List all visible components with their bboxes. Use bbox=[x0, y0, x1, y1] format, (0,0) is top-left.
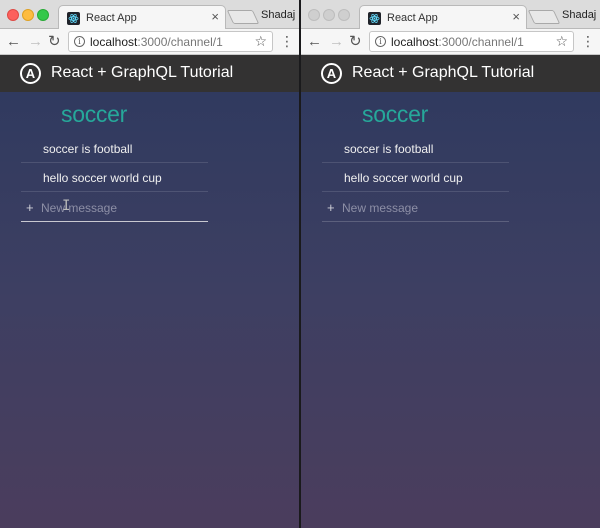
message-text: soccer is football bbox=[344, 142, 434, 156]
address-bar[interactable]: i localhost:3000/channel/1 ☆ bbox=[68, 31, 273, 52]
tab-title: React App bbox=[86, 12, 137, 24]
url-host: localhost bbox=[90, 35, 138, 49]
forward-arrow-icon[interactable]: → bbox=[329, 33, 344, 51]
message-text: hello soccer world cup bbox=[43, 171, 162, 185]
new-message-input[interactable] bbox=[342, 199, 502, 216]
reload-icon[interactable]: ↻ bbox=[349, 33, 362, 51]
info-icon[interactable]: i bbox=[74, 36, 85, 47]
message-text: soccer is football bbox=[43, 142, 133, 156]
url-text[interactable]: localhost:3000/channel/1 bbox=[391, 35, 524, 49]
address-bar[interactable]: i localhost:3000/channel/1 ☆ bbox=[369, 31, 574, 52]
zoom-window-button[interactable] bbox=[37, 9, 49, 21]
back-arrow-icon[interactable]: ← bbox=[6, 33, 21, 51]
message-text: hello soccer world cup bbox=[344, 171, 463, 185]
message-item: soccer is football bbox=[21, 134, 208, 163]
url-path: :3000/channel/1 bbox=[137, 35, 223, 49]
browser-tab[interactable]: React App × bbox=[359, 5, 527, 30]
browser-menu-icon[interactable]: ⋮ bbox=[581, 33, 595, 49]
url-path: :3000/channel/1 bbox=[438, 35, 524, 49]
apollo-logo-icon: A bbox=[321, 63, 342, 84]
channel-name: soccer bbox=[61, 101, 127, 127]
browser-window-right: React App × Shadaj ← → ↻ i localhost:300… bbox=[301, 0, 600, 528]
browser-toolbar: ← → ↻ i localhost:3000/channel/1 ☆ ⋮ bbox=[0, 29, 299, 55]
tab-close-icon[interactable]: × bbox=[211, 10, 219, 24]
tab-strip: React App × Shadaj bbox=[301, 0, 600, 30]
reload-icon[interactable]: ↻ bbox=[48, 33, 61, 51]
browser-window-left: React App × Shadaj ← → ↻ i localhost:300… bbox=[0, 0, 299, 528]
tab-title: React App bbox=[387, 12, 438, 24]
channel-view: soccer soccer is football hello soccer w… bbox=[0, 92, 299, 528]
logo-letter: A bbox=[25, 66, 36, 81]
profile-button[interactable]: Shadaj bbox=[562, 9, 596, 21]
app-title: React + GraphQL Tutorial bbox=[352, 64, 535, 81]
app-header: A React + GraphQL Tutorial bbox=[301, 55, 600, 92]
plus-icon: + bbox=[26, 200, 34, 215]
close-window-button[interactable] bbox=[308, 9, 320, 21]
plus-icon: + bbox=[327, 200, 335, 215]
back-arrow-icon[interactable]: ← bbox=[307, 33, 322, 51]
tab-close-icon[interactable]: × bbox=[512, 10, 520, 24]
new-tab-button[interactable] bbox=[527, 10, 561, 24]
react-favicon-icon bbox=[368, 12, 381, 25]
channel-view: soccer soccer is football hello soccer w… bbox=[301, 92, 600, 528]
app-header: A React + GraphQL Tutorial bbox=[0, 55, 299, 92]
new-tab-button[interactable] bbox=[226, 10, 260, 24]
react-favicon-icon bbox=[67, 12, 80, 25]
new-message-row: + I bbox=[21, 193, 208, 222]
bookmark-star-icon[interactable]: ☆ bbox=[555, 33, 568, 50]
message-item: hello soccer world cup bbox=[21, 163, 208, 192]
zoom-window-button[interactable] bbox=[338, 9, 350, 21]
browser-tab[interactable]: React App × bbox=[58, 5, 226, 30]
minimize-window-button[interactable] bbox=[22, 9, 34, 21]
url-text[interactable]: localhost:3000/channel/1 bbox=[90, 35, 223, 49]
new-message-row: + bbox=[322, 193, 509, 222]
tab-strip: React App × Shadaj bbox=[0, 0, 299, 30]
message-item: hello soccer world cup bbox=[322, 163, 509, 192]
message-item: soccer is football bbox=[322, 134, 509, 163]
apollo-logo-icon: A bbox=[20, 63, 41, 84]
minimize-window-button[interactable] bbox=[323, 9, 335, 21]
text-cursor-icon: I bbox=[62, 198, 71, 214]
app-title: React + GraphQL Tutorial bbox=[51, 64, 234, 81]
close-window-button[interactable] bbox=[7, 9, 19, 21]
bookmark-star-icon[interactable]: ☆ bbox=[254, 33, 267, 50]
browser-toolbar: ← → ↻ i localhost:3000/channel/1 ☆ ⋮ bbox=[301, 29, 600, 55]
channel-name: soccer bbox=[362, 101, 428, 127]
browser-menu-icon[interactable]: ⋮ bbox=[280, 33, 294, 49]
url-host: localhost bbox=[391, 35, 439, 49]
profile-button[interactable]: Shadaj bbox=[261, 9, 295, 21]
forward-arrow-icon[interactable]: → bbox=[28, 33, 43, 51]
info-icon[interactable]: i bbox=[375, 36, 386, 47]
logo-letter: A bbox=[326, 66, 337, 81]
